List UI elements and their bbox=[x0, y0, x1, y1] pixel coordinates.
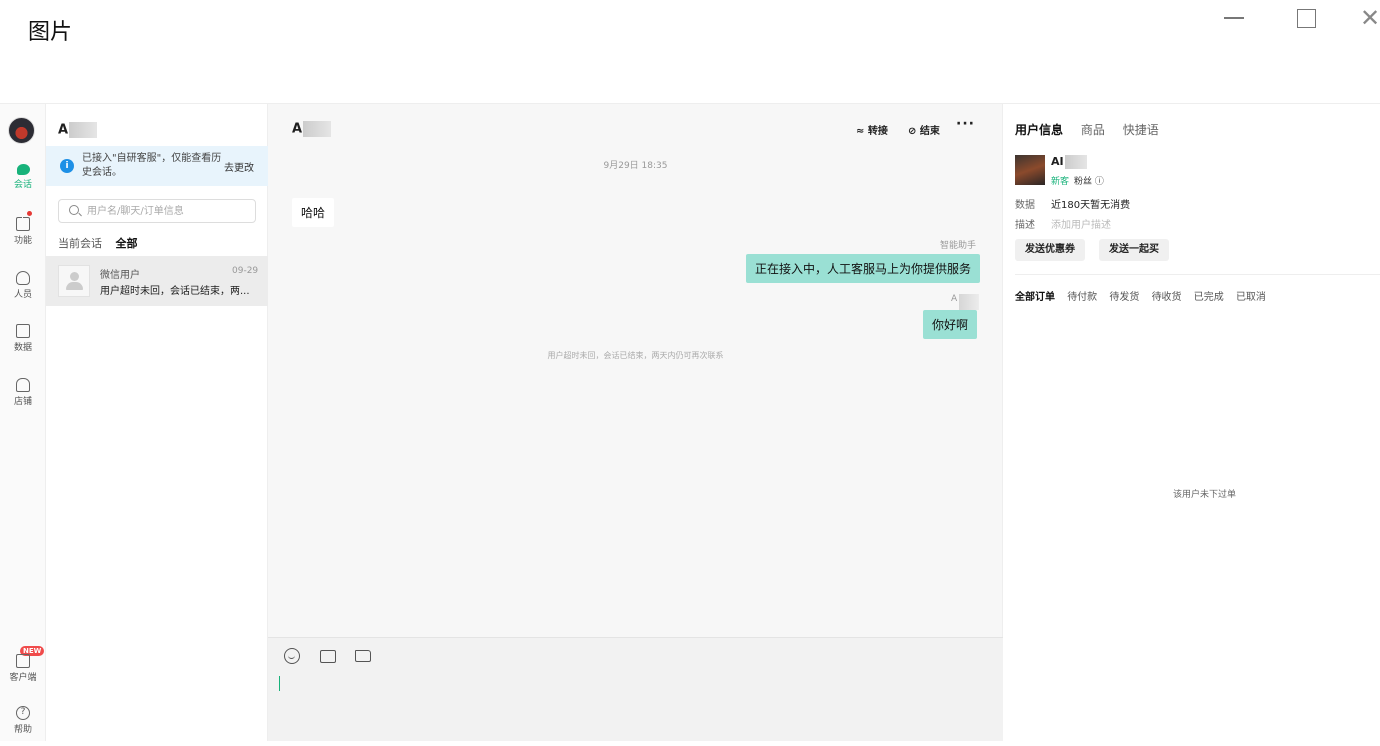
chart-icon bbox=[16, 324, 30, 338]
tab-cancelled[interactable]: 已取消 bbox=[1236, 292, 1266, 303]
rail-item-help[interactable]: ? 帮助 bbox=[0, 706, 46, 746]
conversation-preview: 用户超时未回，会话已结束，两... bbox=[100, 286, 250, 297]
text-caret bbox=[279, 676, 280, 691]
description-label: 描述 bbox=[1015, 220, 1035, 231]
message-sender: A bbox=[951, 294, 958, 304]
message-bubble-incoming: 哈哈 bbox=[292, 198, 335, 227]
image-icon[interactable] bbox=[320, 650, 336, 663]
order-tabs: 全部订单 待付款 待发货 待收货 已完成 已取消 bbox=[1015, 288, 1275, 303]
rail-item-label: 功能 bbox=[13, 236, 32, 246]
search-box[interactable] bbox=[58, 199, 256, 223]
tab-quick-replies[interactable]: 快捷语 bbox=[1123, 123, 1159, 137]
rail-item-chat[interactable]: 会话 bbox=[0, 164, 46, 204]
info-tabs: 用户信息 商品 快捷语 bbox=[1015, 121, 1173, 138]
chat-title-text: A bbox=[292, 121, 303, 137]
tab-current[interactable]: 当前会话 bbox=[58, 237, 102, 250]
rail-item-label: 帮助 bbox=[13, 725, 32, 735]
user-avatar bbox=[58, 265, 90, 297]
data-label: 数据 bbox=[1015, 200, 1035, 211]
conversation-list-panel: A i 已接入"自研客服"，仅能查看历史会话。 去更改 当前会话 全部 微信用户… bbox=[46, 104, 268, 741]
person-icon bbox=[16, 271, 30, 285]
change-link[interactable]: 去更改 bbox=[224, 159, 254, 174]
description-input[interactable]: 添加用户描述 bbox=[1051, 220, 1111, 231]
chat-icon bbox=[16, 164, 30, 175]
avatar bbox=[1015, 155, 1045, 185]
redacted-name bbox=[1064, 155, 1087, 169]
account-name-text: A bbox=[58, 122, 69, 138]
data-row: 数据 近180天暂无消费 bbox=[1015, 196, 1130, 211]
tab-pending-shipment[interactable]: 待发货 bbox=[1109, 292, 1139, 303]
description-row: 描述 添加用户描述 bbox=[1015, 216, 1111, 231]
send-coupon-button[interactable]: 发送优惠券 bbox=[1015, 239, 1085, 261]
rail-item-label: 店铺 bbox=[13, 397, 32, 407]
user-name-text: AI bbox=[1051, 155, 1064, 168]
rail-item-data[interactable]: 数据 bbox=[0, 324, 46, 364]
rail-item-label: 客户端 bbox=[9, 673, 37, 683]
rail-item-staff[interactable]: 人员 bbox=[0, 271, 46, 311]
end-button[interactable]: ⊘ 结束 bbox=[908, 122, 940, 137]
maximize-button[interactable] bbox=[1292, 6, 1322, 30]
message-sender: 智能助手 bbox=[940, 241, 977, 251]
message-bubble-outgoing: 你好啊 bbox=[923, 310, 978, 339]
rail-item-shop[interactable]: 店铺 bbox=[0, 378, 46, 418]
tab-all[interactable]: 全部 bbox=[116, 237, 138, 250]
tab-user-info[interactable]: 用户信息 bbox=[1015, 123, 1063, 137]
system-message: 用户超时未回，会话已结束，两天内仍可再次联系 bbox=[547, 351, 724, 360]
empty-orders-text: 该用户未下过单 bbox=[1173, 490, 1237, 500]
account-name: A bbox=[58, 122, 98, 138]
divider bbox=[1015, 274, 1380, 275]
help-icon: ? bbox=[16, 706, 30, 720]
minimize-button[interactable] bbox=[1220, 6, 1250, 30]
redacted-name bbox=[69, 122, 98, 138]
rail-item-functions[interactable]: 功能 bbox=[0, 216, 46, 257]
list-item[interactable]: 微信用户 09-29 用户超时未回，会话已结束，两... bbox=[46, 256, 268, 306]
conversation-name: 微信用户 bbox=[100, 270, 140, 281]
message-timestamp: 9月29日 18:35 bbox=[603, 161, 668, 171]
data-value: 近180天暂无消费 bbox=[1051, 200, 1131, 211]
search-input[interactable] bbox=[87, 203, 247, 219]
rail-item-label: 人员 bbox=[13, 290, 32, 300]
folder-icon[interactable] bbox=[355, 650, 371, 662]
redacted-name bbox=[303, 121, 332, 137]
nav-rail: 会话 功能 人员 数据 店铺 NEW 客户端 ? 帮助 bbox=[0, 104, 46, 741]
redacted-name bbox=[959, 294, 979, 310]
user-name: AI bbox=[1051, 155, 1087, 169]
grid-icon bbox=[16, 216, 30, 231]
emoji-icon[interactable] bbox=[284, 648, 300, 664]
notice-banner: i 已接入"自研客服"，仅能查看历史会话。 去更改 bbox=[46, 146, 268, 186]
send-group-buy-button[interactable]: 发送一起买 bbox=[1099, 239, 1169, 261]
new-customer-tag: 新客 bbox=[1051, 177, 1070, 187]
tab-pending-receipt[interactable]: 待收货 bbox=[1152, 292, 1182, 303]
info-icon: i bbox=[60, 159, 74, 173]
chat-panel: A ≈ 转接 ⊘ 结束 ··· 9月29日 18:35 哈哈 智能助手 正在接入… bbox=[268, 104, 1003, 741]
notification-dot bbox=[27, 211, 32, 216]
message-bubble-outgoing: 正在接入中，人工客服马上为你提供服务 bbox=[746, 254, 981, 283]
close-button[interactable]: ✕ bbox=[1360, 6, 1380, 30]
shop-icon bbox=[16, 378, 30, 392]
tab-completed[interactable]: 已完成 bbox=[1194, 292, 1224, 303]
tab-products[interactable]: 商品 bbox=[1081, 123, 1105, 137]
rail-item-client[interactable]: 客户端 bbox=[0, 654, 46, 694]
window-titlebar: 图片 ✕ bbox=[0, 0, 1380, 103]
fans-tag: 粉丝 ⓘ bbox=[1074, 177, 1104, 187]
message-editor[interactable] bbox=[268, 637, 1003, 741]
search-icon bbox=[69, 205, 79, 215]
tab-pending-payment[interactable]: 待付款 bbox=[1067, 292, 1097, 303]
chat-title: A bbox=[292, 121, 332, 137]
user-info-panel: 用户信息 商品 快捷语 AI 新客 粉丝 ⓘ 数据 近180天暂无消费 描述 添加用… bbox=[1003, 104, 1380, 741]
shop-avatar[interactable] bbox=[8, 117, 35, 144]
more-icon[interactable]: ··· bbox=[956, 116, 975, 132]
rail-item-label: 会话 bbox=[13, 180, 32, 190]
transfer-button[interactable]: ≈ 转接 bbox=[856, 122, 888, 137]
client-icon bbox=[16, 654, 30, 668]
conversation-tabs: 当前会话 全部 bbox=[58, 235, 148, 251]
rail-item-label: 数据 bbox=[13, 343, 32, 353]
app-body: 会话 功能 人员 数据 店铺 NEW 客户端 ? 帮助 A i 已接入"自研客服… bbox=[0, 103, 1380, 741]
notice-text: 已接入"自研客服"，仅能查看历史会话。 bbox=[82, 153, 222, 178]
tab-all-orders[interactable]: 全部订单 bbox=[1015, 292, 1055, 303]
conversation-date: 09-29 bbox=[232, 266, 259, 276]
window-title: 图片 bbox=[28, 20, 73, 45]
